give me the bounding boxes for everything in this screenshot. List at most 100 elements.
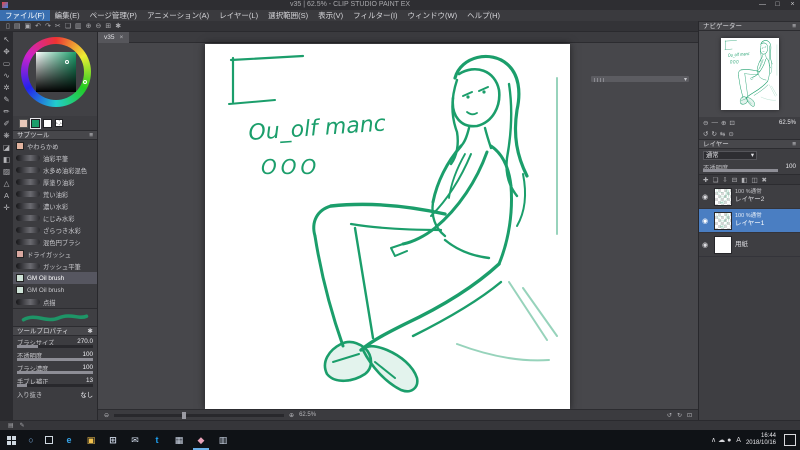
rotate-right-icon[interactable]: ↻ — [677, 412, 682, 419]
minimize-button[interactable]: — — [755, 0, 770, 10]
flip-horizontal-icon[interactable]: ⇆ — [720, 130, 725, 138]
zoom-slider[interactable] — [114, 411, 285, 419]
redo-icon[interactable]: ↷ — [45, 21, 51, 32]
layer-row-0[interactable]: ◉ 100 %通常 レイヤー2 — [699, 185, 800, 209]
menubar-item-4[interactable]: レイヤー(L) — [214, 10, 263, 21]
tool-property-row-4[interactable]: 入り抜き なし — [13, 389, 97, 402]
brush-item-4[interactable]: 荒い油彩 — [13, 188, 97, 200]
open-file-icon[interactable]: ▤ — [14, 21, 21, 32]
taskbar-app-photos[interactable]: ▦ — [168, 430, 190, 450]
copy-icon[interactable]: ❏ — [65, 21, 71, 32]
taskbar-app-twitter[interactable]: t — [146, 430, 168, 450]
gradient-tool[interactable]: ▨ — [3, 167, 10, 176]
zoom-in-icon[interactable]: ⊕ — [289, 412, 294, 419]
navigator-thumbnail[interactable] — [720, 38, 779, 110]
brush-item-8[interactable]: 混色円ブラシ — [13, 236, 97, 248]
rotate-left-icon[interactable]: ↺ — [667, 412, 672, 419]
action-center-button[interactable] — [784, 434, 796, 446]
text-tool[interactable]: A — [4, 191, 9, 200]
history-color-swatch[interactable] — [19, 118, 28, 128]
brush-item-2[interactable]: 水多め油彩混色 — [13, 164, 97, 176]
layer-opacity-row[interactable]: 不透明度 100 — [699, 162, 800, 174]
undo-icon[interactable]: ↶ — [35, 21, 41, 32]
menubar-item-8[interactable]: ウィンドウ(W) — [403, 10, 463, 21]
pencil-tool[interactable]: ✏ — [3, 107, 9, 116]
grid-icon[interactable]: ⊞ — [105, 21, 111, 32]
chevron-down-icon[interactable]: ▾ — [684, 76, 687, 84]
canvas-tab[interactable]: v35 × — [98, 31, 130, 43]
visibility-eye-icon[interactable]: ◉ — [702, 193, 711, 201]
panel-menu-icon[interactable]: ≡ — [792, 22, 796, 30]
pen-tool[interactable]: ✎ — [3, 95, 9, 104]
drag-handle-icon[interactable] — [594, 78, 604, 82]
cortana-search-button[interactable]: ○ — [22, 435, 40, 445]
zoom-out-icon[interactable]: ⊖ — [104, 412, 109, 419]
maximize-button[interactable]: □ — [770, 0, 785, 10]
brush-item-11[interactable]: GM Oil brush — [13, 272, 97, 284]
brush-tool[interactable]: ✐ — [3, 119, 9, 128]
rotate-right-icon[interactable]: ↻ — [711, 130, 716, 138]
zoom-out-icon[interactable]: ⊖ — [703, 119, 708, 127]
mask-icon[interactable]: ◧ — [741, 176, 747, 184]
save-icon[interactable]: ▣ — [24, 21, 31, 32]
new-file-icon[interactable]: ▯ — [6, 21, 10, 32]
taskbar-app-edge[interactable]: e — [58, 430, 80, 450]
lasso-tool[interactable]: ∿ — [3, 71, 9, 80]
panel-menu-icon[interactable]: ≡ — [89, 131, 93, 139]
taskbar-app-explorer[interactable]: ▣ — [80, 430, 102, 450]
zoom-slider[interactable]: — — [711, 119, 718, 126]
property-slider[interactable] — [17, 345, 93, 348]
tool-property-row-2[interactable]: ブラシ濃度 100 — [13, 363, 97, 376]
property-slider[interactable] — [17, 358, 93, 361]
fit-to-screen-icon[interactable]: ⊡ — [687, 412, 692, 419]
airbrush-tool[interactable]: ❋ — [3, 131, 9, 140]
brush-item-13[interactable]: 点描 — [13, 296, 97, 308]
foreground-color-swatch[interactable] — [30, 117, 41, 129]
brush-item-10[interactable]: ガッシュ平筆 — [13, 260, 97, 272]
fit-icon[interactable]: ⊡ — [729, 119, 734, 127]
tool-property-row-3[interactable]: 手ブレ補正 13 — [13, 376, 97, 389]
hue-cursor[interactable] — [83, 80, 87, 84]
brush-item-0[interactable]: やわらかめ — [13, 140, 97, 152]
property-slider[interactable] — [17, 384, 93, 387]
sv-cursor[interactable] — [65, 60, 69, 64]
menubar-item-5[interactable]: 選択範囲(S) — [263, 10, 313, 21]
tool-property-row-1[interactable]: 不透明度 100 — [13, 350, 97, 363]
menubar-item-0[interactable]: ファイル(F) — [0, 10, 50, 21]
marquee-tool[interactable]: ▭ — [3, 59, 10, 68]
ime-indicator[interactable]: A — [736, 437, 741, 444]
taskbar-app-mail[interactable]: ✉ — [124, 430, 146, 450]
zoom-out-icon[interactable]: ⊖ — [96, 21, 102, 32]
taskbar-app-terminal[interactable]: ▥ — [212, 430, 234, 450]
gear-icon[interactable]: ✱ — [88, 327, 93, 335]
operation-tool[interactable]: ↖ — [3, 35, 9, 44]
menubar-item-2[interactable]: ページ管理(P) — [85, 10, 142, 21]
figure-tool[interactable]: △ — [4, 179, 10, 188]
brush-item-6[interactable]: にじみ水彩 — [13, 212, 97, 224]
brush-item-5[interactable]: 濃い水彩 — [13, 200, 97, 212]
eyedropper-tool[interactable]: ✛ — [3, 203, 9, 212]
menubar-item-7[interactable]: フィルター(I) — [348, 10, 402, 21]
cloud-icon[interactable]: ☁ — [718, 437, 727, 444]
start-button[interactable] — [0, 430, 22, 450]
settings-icon[interactable]: ✱ — [115, 21, 121, 32]
eraser-tool[interactable]: ◪ — [3, 143, 10, 152]
task-view-button[interactable] — [40, 431, 58, 449]
close-button[interactable]: × — [785, 0, 800, 10]
tool-property-row-0[interactable]: ブラシサイズ 270.0 — [13, 337, 97, 350]
zoom-in-icon[interactable]: ⊕ — [86, 21, 92, 32]
blend-mode-select[interactable]: 通常 ▾ — [703, 151, 757, 160]
background-color-swatch[interactable] — [43, 118, 52, 128]
visibility-eye-icon[interactable]: ◉ — [702, 241, 711, 249]
menubar-item-9[interactable]: ヘルプ(H) — [462, 10, 505, 21]
new-layer-icon[interactable]: ✚ — [703, 176, 708, 184]
brush-item-7[interactable]: ざらつき水彩 — [13, 224, 97, 236]
new-folder-icon[interactable]: ❏ — [712, 176, 718, 184]
zoom-slider-handle[interactable] — [182, 411, 187, 419]
taskbar-app-store[interactable]: ⊞ — [102, 430, 124, 450]
brush-item-1[interactable]: 油彩平筆 — [13, 152, 97, 164]
brush-item-12[interactable]: GM Oil brush — [13, 284, 97, 296]
drawing-canvas[interactable]: Ou_olf manc OOO — [205, 44, 570, 410]
taskbar-clock[interactable]: 16:44 2018/10/16 — [746, 433, 776, 448]
canvas-tab-close-icon[interactable]: × — [119, 32, 123, 43]
